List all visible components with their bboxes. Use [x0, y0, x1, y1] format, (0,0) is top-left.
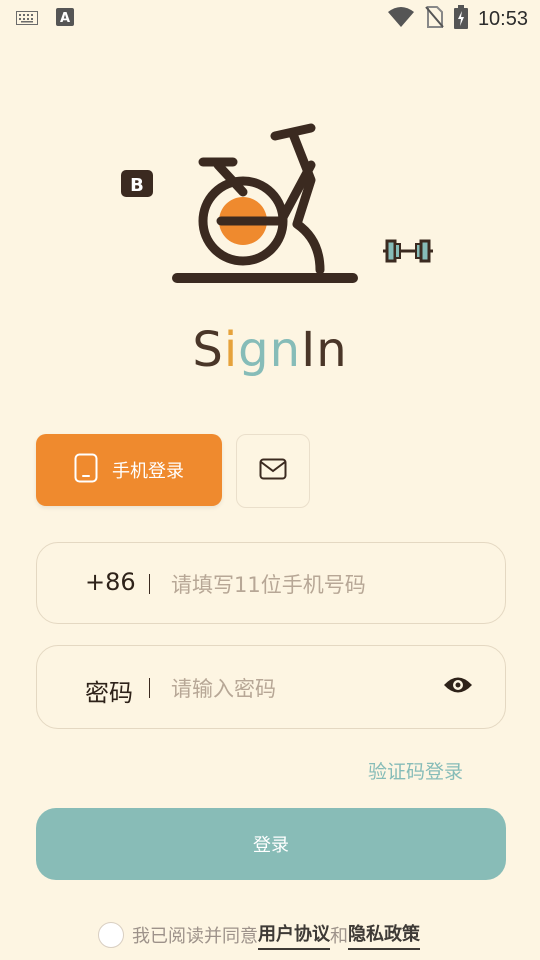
eye-icon[interactable]: [443, 674, 473, 700]
clock: 10:53: [477, 7, 528, 30]
phone-input[interactable]: 请填写11位手机号码: [171, 569, 366, 599]
status-right: 10:53: [387, 5, 528, 33]
user-agreement-link[interactable]: 用户协议: [258, 920, 330, 950]
svg-text:B: B: [130, 175, 144, 196]
field-divider: [149, 574, 150, 594]
signin-title: SignIn: [0, 322, 540, 378]
title-part-s: S: [192, 322, 224, 378]
country-code[interactable]: +86: [85, 568, 136, 596]
no-sim-icon: [424, 5, 444, 33]
status-bar: A 10:53: [0, 0, 540, 36]
title-part-i: i: [223, 322, 239, 378]
phone-icon: [74, 453, 98, 488]
field-divider: [149, 678, 150, 698]
password-label: 密码: [85, 679, 133, 707]
title-part-gn: gn: [238, 322, 302, 378]
exercise-bike-icon: [172, 123, 358, 283]
password-field[interactable]: 密码 请输入密码: [36, 645, 506, 729]
login-button[interactable]: 登录: [36, 808, 506, 880]
agreement-row: 我已阅读并同意 用户协议 和 隐私政策: [98, 920, 420, 950]
tab-email-login[interactable]: [236, 434, 310, 508]
wifi-icon: [387, 6, 414, 32]
phone-field[interactable]: +86 请填写11位手机号码: [36, 542, 506, 624]
mail-icon: [259, 458, 287, 484]
keyboard-icon: [16, 10, 38, 29]
agreement-checkbox[interactable]: [98, 922, 124, 948]
status-left: A: [16, 8, 74, 30]
a-letter-icon: A: [56, 8, 74, 30]
svg-text:A: A: [60, 11, 70, 26]
privacy-policy-link[interactable]: 隐私政策: [348, 920, 420, 950]
title-part-in: In: [301, 322, 348, 378]
agreement-text: 我已阅读并同意: [132, 926, 258, 947]
dumbbell-icon: [383, 239, 433, 263]
tab-phone-label: 手机登录: [112, 461, 184, 482]
sms-code-login-link[interactable]: 验证码登录: [368, 757, 463, 784]
battery-charging-icon: [453, 5, 468, 33]
tab-phone-login[interactable]: 手机登录: [36, 434, 222, 506]
password-input[interactable]: 请输入密码: [171, 673, 276, 703]
agreement-and: 和: [330, 926, 348, 947]
hero-illustration: B: [115, 120, 445, 290]
b-badge-icon: B: [121, 170, 153, 197]
